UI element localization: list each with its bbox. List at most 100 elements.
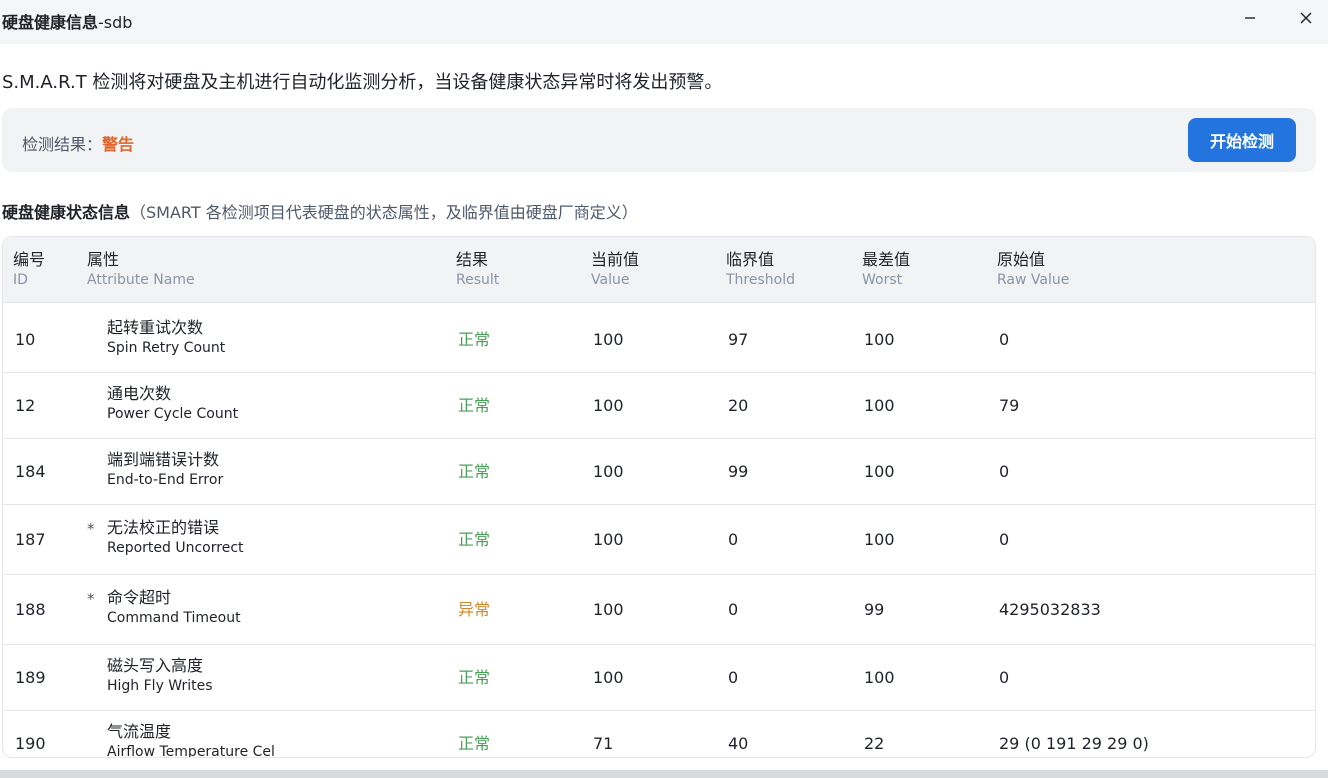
smart-table[interactable]: 编号 ID 属性 Attribute Name 结果 Result 当前值 Value … [2, 236, 1316, 758]
attribute-name-en: End-to-End Error [107, 472, 224, 488]
header-worst: 最差值 Worst [862, 250, 910, 290]
cell-value: 100 [593, 668, 624, 687]
header-threshold: 临界值 Threshold [726, 250, 795, 290]
smart-dialog: 硬盘健康信息-sdb S.M.A.R.T 检测将对硬盘及主机进行自动化监测分析，… [0, 0, 1328, 778]
header-value: 当前值 Value [591, 250, 639, 290]
section-title: 硬盘健康状态信息 [2, 203, 131, 222]
attribute-name-en: Command Timeout [107, 610, 241, 626]
minimize-button[interactable] [1236, 6, 1264, 30]
cell-raw-value: 4295032833 [999, 600, 1101, 619]
section-subtitle: （SMART 各检测项目代表硬盘的状态属性，及临界值由硬盘厂商定义） [130, 203, 638, 222]
cell-worst: 100 [864, 330, 895, 349]
table-row[interactable]: 184 正常 100 99 100 0 端到端错误计数 End-to-End Error [3, 439, 1315, 505]
detection-result-panel: 检测结果：警告 开始检测 [2, 108, 1316, 172]
header-id-en: ID [13, 272, 28, 288]
header-attribute-cn: 属性 [87, 250, 120, 269]
header-threshold-en: Threshold [726, 272, 795, 288]
header-worst-en: Worst [862, 272, 903, 288]
cell-star-marker: * [87, 590, 95, 608]
cell-result: 正常 [458, 396, 491, 415]
header-raw-value: 原始值 Raw Value [997, 250, 1069, 290]
cell-id: 188 [15, 600, 46, 619]
attribute-name-cn: 气流温度 [107, 722, 172, 741]
attribute-name-en: Spin Retry Count [107, 340, 226, 356]
cell-result: 正常 [458, 734, 491, 753]
attribute-name-cn: 通电次数 [107, 384, 172, 403]
cell-threshold: 0 [728, 530, 739, 549]
cell-attribute: 通电次数 Power Cycle Count [107, 384, 238, 424]
detection-result-value: 警告 [102, 135, 135, 154]
cell-value: 100 [593, 396, 624, 415]
cell-result: 正常 [458, 462, 491, 481]
cell-threshold: 0 [728, 668, 739, 687]
table-row[interactable]: 187 正常 100 0 100 0 * 无法校正的错误 Reported Uncorrect [3, 505, 1315, 575]
cell-value: 71 [593, 734, 614, 753]
table-row[interactable]: 10 正常 100 97 100 0 起转重试次数 Spin Retry Count [3, 307, 1315, 373]
bottom-strip [0, 770, 1328, 778]
header-raw-value-cn: 原始值 [997, 250, 1046, 269]
header-worst-cn: 最差值 [862, 250, 911, 269]
cell-raw-value: 29 (0 191 29 29 0) [999, 734, 1149, 753]
header-id-cn: 编号 [13, 250, 46, 269]
cell-attribute: 命令超时 Command Timeout [107, 588, 241, 628]
title-bar: 硬盘健康信息-sdb [0, 0, 1328, 44]
cell-id: 189 [15, 668, 46, 687]
description-text: S.M.A.R.T 检测将对硬盘及主机进行自动化监测分析，当设备健康状态异常时将… [2, 72, 723, 93]
cell-id: 12 [15, 396, 36, 415]
cell-star-marker: * [87, 520, 95, 538]
header-result: 结果 Result [456, 250, 499, 290]
table-row[interactable]: 188 异常 100 0 99 4295032833 * 命令超时 Command Timeou… [3, 575, 1315, 645]
section-heading: 硬盘健康状态信息（SMART 各检测项目代表硬盘的状态属性，及临界值由硬盘厂商定… [2, 199, 638, 223]
cell-id: 184 [15, 462, 46, 481]
table-row[interactable]: 190 正常 71 40 22 29 (0 191 29 29 0) 气流温度 Airflow… [3, 711, 1315, 758]
table-row[interactable]: 189 正常 100 0 100 0 磁头写入高度 High Fly Writes [3, 645, 1315, 711]
table-row[interactable]: 12 正常 100 20 100 79 通电次数 Power Cycle Count [3, 373, 1315, 439]
attribute-name-en: High Fly Writes [107, 678, 213, 694]
cell-result: 异常 [458, 600, 491, 619]
cell-result: 正常 [458, 530, 491, 549]
cell-value: 100 [593, 330, 624, 349]
cell-threshold: 0 [728, 600, 739, 619]
cell-raw-value: 79 [999, 396, 1020, 415]
cell-worst: 100 [864, 530, 895, 549]
cell-attribute: 气流温度 Airflow Temperature Cel [107, 722, 275, 758]
header-value-cn: 当前值 [591, 250, 640, 269]
close-button[interactable] [1292, 6, 1320, 30]
attribute-name-cn: 无法校正的错误 [107, 518, 220, 537]
cell-threshold: 20 [728, 396, 749, 415]
attribute-name-en: Airflow Temperature Cel [107, 744, 275, 758]
header-result-en: Result [456, 272, 500, 288]
start-detection-button[interactable]: 开始检测 [1188, 118, 1296, 162]
attribute-name-cn: 命令超时 [107, 588, 172, 607]
attribute-name-en: Reported Uncorrect [107, 540, 244, 556]
detection-result-label: 检测结果： [22, 135, 103, 154]
detection-result: 检测结果：警告 [22, 131, 134, 155]
cell-value: 100 [593, 530, 624, 549]
header-threshold-cn: 临界值 [726, 250, 775, 269]
cell-value: 100 [593, 462, 624, 481]
header-raw-value-en: Raw Value [997, 272, 1070, 288]
window-title-device: -sdb [98, 13, 133, 32]
cell-threshold: 99 [728, 462, 749, 481]
cell-raw-value: 0 [999, 530, 1010, 549]
window-title-main: 硬盘健康信息 [2, 13, 99, 32]
cell-result: 正常 [458, 330, 491, 349]
cell-attribute: 磁头写入高度 High Fly Writes [107, 656, 213, 696]
cell-raw-value: 0 [999, 330, 1010, 349]
cell-worst: 100 [864, 668, 895, 687]
table-header: 编号 ID 属性 Attribute Name 结果 Result 当前值 Value … [3, 237, 1315, 303]
close-icon [1300, 12, 1312, 24]
cell-value: 100 [593, 600, 624, 619]
header-id: 编号 ID [13, 250, 45, 290]
attribute-name-cn: 起转重试次数 [107, 318, 204, 337]
header-attribute: 属性 Attribute Name [87, 250, 195, 290]
attribute-name-en: Power Cycle Count [107, 406, 239, 422]
cell-worst: 99 [864, 600, 885, 619]
window-title: 硬盘健康信息-sdb [2, 9, 132, 33]
cell-attribute: 无法校正的错误 Reported Uncorrect [107, 518, 244, 558]
cell-id: 10 [15, 330, 36, 349]
cell-attribute: 端到端错误计数 End-to-End Error [107, 450, 223, 490]
header-attribute-en: Attribute Name [87, 272, 195, 288]
cell-attribute: 起转重试次数 Spin Retry Count [107, 318, 225, 358]
attribute-name-cn: 端到端错误计数 [107, 450, 220, 469]
